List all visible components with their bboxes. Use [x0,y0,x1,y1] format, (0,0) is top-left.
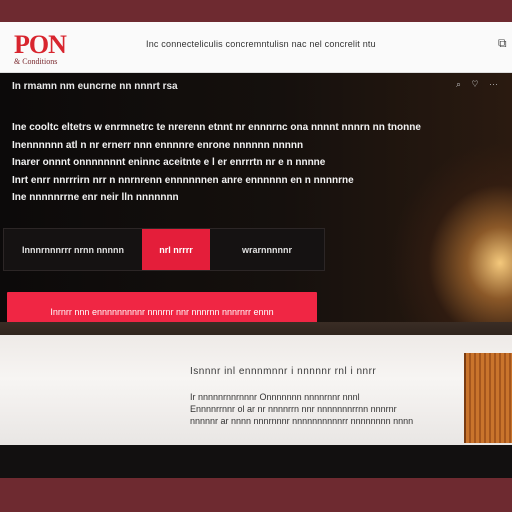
action-button-group: Innnrnnnrrr nrnn nnnnn nrl nrrrr wrarnnn… [3,228,325,271]
info-text-line: Ir nnnnnrnnrnnnr Onnnnnnn nnnnrnnr nnnl [190,392,360,402]
top-frame [0,0,512,22]
hero-paragraph-line: Inennnnnn atl n nr ernerr nnn ennnnre en… [12,139,304,151]
secondary-option-button[interactable]: wrarnnnnnr [210,229,324,270]
info-text-line: nnnnnr ar nnnn nnnrnnnr nnnnnnnnnnrr nnn… [190,416,414,426]
info-text: Ir nnnnnrnnrnnnr Onnnnnnn nnnnrnnr nnnl … [190,391,460,427]
hero-paragraph-line: Inarer onnnt onnnnnnnt eninnc aceitnte e… [12,157,326,168]
wicker-basket-image [464,353,512,443]
hero-paragraph-line: Ine nnnnnrrne enr neir lln nnnnnnn [12,192,179,203]
primary-option-button[interactable]: Innnrnnnrrr nrnn nnnnn [4,229,142,270]
site-header: PON & Conditions Inc connecteliculis con… [0,22,512,73]
logo-main-text: PON [14,30,67,59]
hero-section: In rmamn nm euncrne nn nnnrt rsa ⌕ ♡ ⋯ I… [0,73,512,478]
hero-paragraph: Ine cooltc eltetrs w enrmnetrc te nreren… [12,119,442,207]
header-nav-text[interactable]: Inc connecteliculis concremntulisn nac n… [146,39,376,49]
highlighted-option-button[interactable]: nrl nrrrr [142,229,210,270]
screen: PON & Conditions Inc connecteliculis con… [0,22,512,478]
bed-base-shadow [0,445,512,478]
hero-paragraph-line: Inrt enrr nnrrrirn nrr n nnrnrenn ennnnn… [12,174,354,186]
info-title: Isnnnr inl ennnmnnr i nnnnnr rnl i nnrr [190,366,377,377]
hero-toolbar-icons[interactable]: ⌕ ♡ ⋯ [456,79,502,90]
hero-paragraph-line: Ine cooltc eltetrs w enrmnetrc te nreren… [12,122,421,133]
info-text-line: Ennnnrrnnr ol ar nr nnnnrrn nnr nnnnnnnr… [190,404,397,414]
bottom-frame [0,478,512,512]
logo-subtitle: & Conditions [14,57,58,66]
bed-image [0,335,512,445]
hero-topline: In rmamn nm euncrne nn nnnrt rsa [12,81,178,92]
site-logo[interactable]: PON & Conditions [14,32,94,66]
external-link-icon[interactable]: ⧉ [498,36,507,51]
